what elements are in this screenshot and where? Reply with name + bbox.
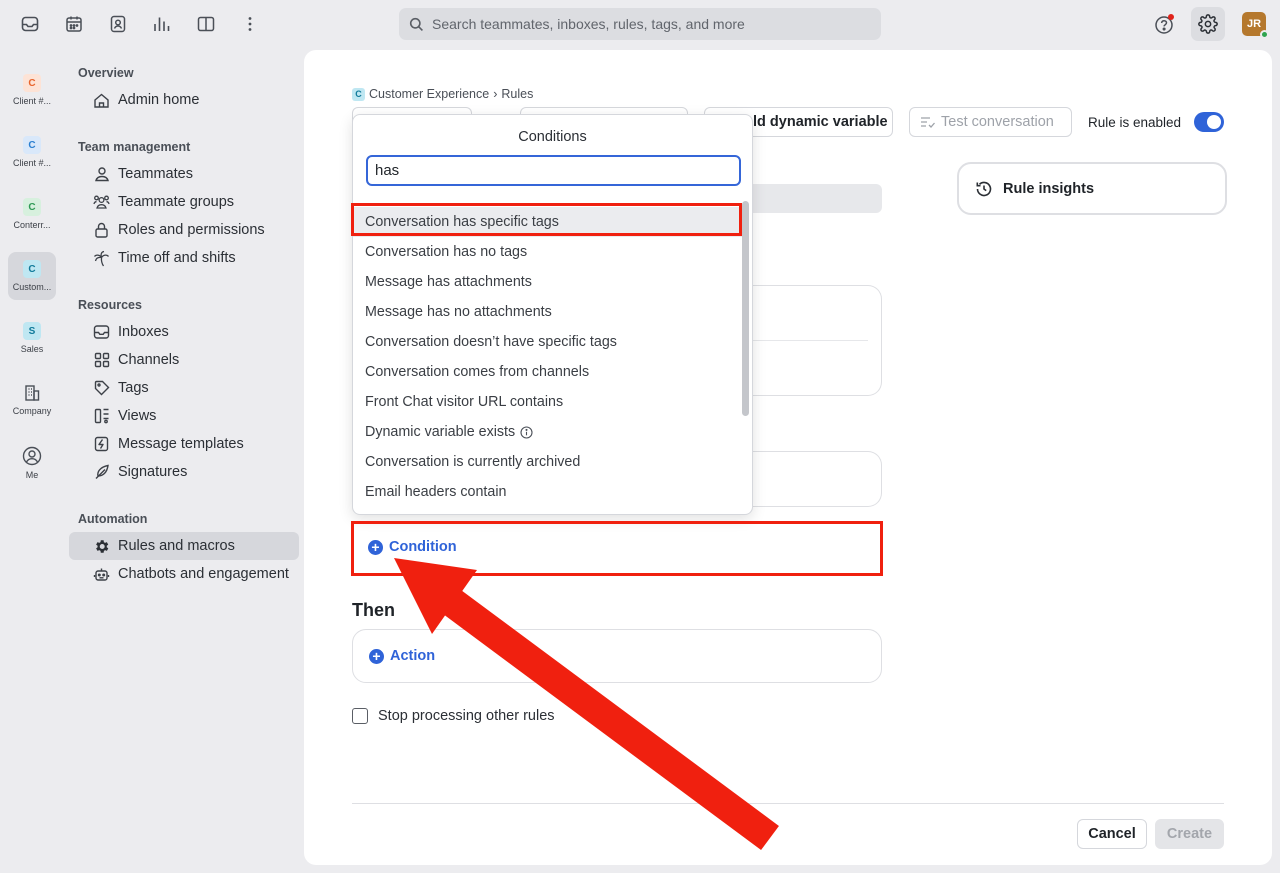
history-icon <box>976 181 992 196</box>
building-icon <box>25 385 40 401</box>
info-icon <box>520 425 533 439</box>
test-conversation-button[interactable]: Test conversation <box>909 107 1072 137</box>
workspace-me[interactable]: Me <box>8 438 56 486</box>
nav-item-message-templates[interactable]: Message templates <box>69 430 299 458</box>
global-search[interactable]: Search teammates, inboxes, rules, tags, … <box>399 8 881 40</box>
inbox-icon[interactable] <box>18 12 42 36</box>
add-action-button[interactable]: Action <box>390 648 435 664</box>
cancel-button[interactable]: Cancel <box>1077 819 1147 849</box>
split-view-icon[interactable] <box>194 12 218 36</box>
conditions-dropdown: Conditions Conversation has specific tag… <box>352 114 753 515</box>
workspace-badge: C <box>352 87 365 101</box>
workspace-company[interactable]: Company <box>8 376 56 424</box>
condition-option[interactable]: Message has no attachments <box>353 297 743 327</box>
then-heading: Then <box>352 600 395 620</box>
conditions-search-input[interactable] <box>366 155 741 186</box>
nav-item-time-off-shifts[interactable]: Time off and shifts <box>69 244 299 272</box>
condition-option[interactable]: Conversation is currently archived <box>353 447 743 477</box>
analytics-icon[interactable] <box>150 12 174 36</box>
gear-icon <box>93 538 110 555</box>
calendar-icon[interactable] <box>62 12 86 36</box>
gear-icon <box>1198 14 1218 34</box>
rule-enabled-toggle[interactable] <box>1194 112 1224 132</box>
nav-section-overview: Overview <box>78 66 134 80</box>
search-placeholder: Search teammates, inboxes, rules, tags, … <box>432 16 745 32</box>
condition-option[interactable]: Message has attachments <box>353 267 743 297</box>
workspace-content[interactable]: C Conterr... <box>8 190 56 238</box>
nav-item-rules-macros[interactable]: Rules and macros <box>69 532 299 560</box>
inbox-icon <box>93 324 110 341</box>
rule-enabled-label: Rule is enabled <box>1088 115 1182 130</box>
nav-item-tags[interactable]: Tags <box>69 374 299 402</box>
hidden-condition-card <box>740 285 882 396</box>
condition-option[interactable]: Conversation comes from channels <box>353 357 743 387</box>
search-icon <box>409 17 423 31</box>
lightning-icon <box>93 436 110 453</box>
highlight-box-add-condition <box>351 521 883 576</box>
nav-item-inboxes[interactable]: Inboxes <box>69 318 299 346</box>
highlight-box-tag-condition <box>351 203 742 236</box>
avatar[interactable]: JR <box>1242 12 1269 39</box>
feather-icon <box>93 464 110 481</box>
condition-option[interactable]: Conversation doesn’t have specific tags <box>353 327 743 357</box>
workspace-client-1[interactable]: C Client #... <box>8 66 56 114</box>
nav-section-automation: Automation <box>78 512 148 526</box>
footer-divider <box>352 803 1224 804</box>
dropdown-title: Conditions <box>518 129 587 145</box>
workspace-sales[interactable]: S Sales <box>8 314 56 362</box>
nav-item-signatures[interactable]: Signatures <box>69 458 299 486</box>
home-icon <box>93 92 110 109</box>
stop-processing-checkbox[interactable] <box>352 708 368 724</box>
lock-icon <box>93 222 110 239</box>
breadcrumb-rules[interactable]: Rules <box>501 87 533 101</box>
condition-option[interactable]: Front Chat visitor URL contains <box>353 387 743 417</box>
stop-processing-row[interactable]: Stop processing other rules <box>352 708 555 724</box>
workspace-customer-experience[interactable]: C Custom... <box>8 252 56 300</box>
grid-icon <box>93 352 110 369</box>
breadcrumb: C Customer Experience › Rules <box>352 87 533 101</box>
rule-insights-card[interactable]: Rule insights <box>957 162 1227 215</box>
palm-tree-icon <box>93 250 110 267</box>
contacts-icon[interactable] <box>106 12 130 36</box>
card-divider <box>740 340 868 341</box>
hidden-condition-card-2 <box>740 451 882 507</box>
workspace-client-2[interactable]: C Client #... <box>8 128 56 176</box>
condition-option[interactable]: Conversation has no tags <box>353 237 743 267</box>
users-icon <box>93 194 110 211</box>
hidden-field-strip <box>740 184 882 213</box>
add-action-card[interactable]: + Action <box>352 629 882 683</box>
test-icon <box>921 117 935 128</box>
nav-item-chatbots[interactable]: Chatbots and engagement <box>69 560 299 588</box>
plus-icon: + <box>369 648 384 664</box>
help-icon[interactable] <box>1152 12 1176 36</box>
robot-icon <box>93 566 110 583</box>
nav-item-teammates[interactable]: Teammates <box>69 160 299 188</box>
views-icon <box>93 408 110 425</box>
user-circle-icon <box>22 446 42 466</box>
dropdown-scrollbar[interactable] <box>742 201 749 416</box>
nav-item-teammate-groups[interactable]: Teammate groups <box>69 188 299 216</box>
more-icon[interactable] <box>238 12 262 36</box>
nav-item-views[interactable]: Views <box>69 402 299 430</box>
settings-button[interactable] <box>1191 7 1225 41</box>
online-status-dot <box>1260 30 1269 39</box>
breadcrumb-separator: › <box>493 87 498 101</box>
condition-option-dynamic-variable[interactable]: Dynamic variable exists <box>353 417 743 447</box>
nav-item-roles-permissions[interactable]: Roles and permissions <box>69 216 299 244</box>
condition-option[interactable]: Email headers contain <box>353 477 743 507</box>
user-icon <box>93 166 110 183</box>
nav-item-channels[interactable]: Channels <box>69 346 299 374</box>
tag-icon <box>93 380 110 397</box>
nav-section-resources: Resources <box>78 298 142 312</box>
create-button[interactable]: Create <box>1155 819 1224 849</box>
nav-item-admin-home[interactable]: Admin home <box>69 86 299 114</box>
nav-section-team-management: Team management <box>78 140 191 154</box>
breadcrumb-workspace[interactable]: Customer Experience <box>369 87 489 101</box>
